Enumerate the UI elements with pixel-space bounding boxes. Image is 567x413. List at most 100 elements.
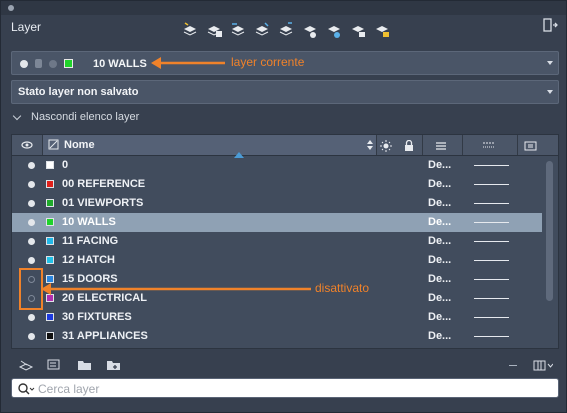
panel-grip-bar[interactable] [1,1,566,15]
set-current-icon [255,22,269,36]
layer-state-dropdown[interactable]: Stato layer non salvato [11,80,559,104]
bulb-on-icon[interactable] [28,314,35,321]
layer-list-scrollbar[interactable] [546,161,553,301]
column-lineweight[interactable] [482,139,495,151]
column-linetype[interactable] [435,139,447,151]
panel-title: Layer [11,20,42,34]
layer-linetype[interactable]: De... [428,330,451,342]
layer-linetype[interactable]: De... [428,178,451,190]
layer-name: 11 FACING [62,235,119,247]
bulb-on-icon[interactable] [28,181,35,188]
set-current-button[interactable] [253,21,271,39]
layer-row[interactable]: 11 FACING De... [12,232,542,251]
bulb-on-icon[interactable] [28,333,35,340]
bulb-on-icon[interactable] [28,219,35,226]
open-folder-button[interactable] [77,358,93,372]
column-settings-icon [524,141,537,151]
layer-lineweight[interactable] [474,184,509,185]
layer-color-swatch[interactable] [46,237,54,245]
bulb-on-icon[interactable] [28,162,35,169]
layer-lineweight[interactable] [474,241,509,242]
dock-panel-button[interactable] [542,17,558,33]
layer-name: 01 VIEWPORTS [62,197,144,209]
delete-layer-button[interactable] [229,21,247,39]
layer-states-icon [279,22,293,36]
chevron-down-icon [547,90,553,94]
layer-color-swatch[interactable] [46,199,54,207]
column-name[interactable]: Nome [43,135,376,158]
layer-lineweight[interactable] [474,222,509,223]
layer-linetype[interactable]: De... [428,311,451,323]
layer-linetype[interactable]: De... [428,235,451,247]
layer-lineweight[interactable] [474,203,509,204]
layer-rows: 0 De... 00 REFERENCE De... 01 VIEWPORTS De...… [12,156,542,346]
layer-linetype[interactable]: De... [428,254,451,266]
layer-list: Nome 0 De... 00 REFERENCE De... 01 VIEWP… [11,134,559,349]
layer-color-swatch[interactable] [46,161,54,169]
layer-lineweight[interactable] [474,336,509,337]
new-layer-icon [183,22,197,36]
column-freeze[interactable] [380,139,392,152]
new-layer-bottom-button[interactable] [18,358,34,372]
new-group-filter-button[interactable] [106,358,122,372]
layer-color-swatch[interactable] [46,332,54,340]
layer-color-swatch[interactable] [46,180,54,188]
layer-row[interactable]: 12 HATCH De... [12,251,542,270]
column-name-label: Nome [64,139,95,151]
sun-icon [380,140,392,152]
column-lock[interactable] [403,139,415,151]
off-layers-highlight [19,268,43,310]
collapse-minus-button[interactable] [509,365,517,366]
bulb-on-icon[interactable] [28,200,35,207]
current-layer-arrow-icon [151,57,225,69]
layer-linetype[interactable]: De... [428,273,451,285]
column-layout-button[interactable] [533,359,554,371]
layer-filter-button[interactable] [46,358,62,372]
isolate-layer-button[interactable] [301,21,319,39]
isolate-layer-icon [304,26,316,38]
layer-linetype[interactable]: De... [428,159,451,171]
layer-color-swatch[interactable] [46,313,54,321]
bulb-on-icon[interactable] [28,238,35,245]
freeze-sun-icon [49,59,57,68]
layer-linetype[interactable]: De... [428,216,451,228]
lock-layer-button[interactable] [373,21,391,39]
layer-row[interactable]: 31 APPLIANCES De... [12,327,542,346]
hide-layer-list-toggle[interactable]: Nascondi elenco layer [12,111,139,123]
layer-color-swatch[interactable] [46,218,54,226]
layer-row[interactable]: 00 REFERENCE De... [12,175,542,194]
layer-lineweight[interactable] [474,317,509,318]
column-separator [517,135,518,155]
layer-name: 30 FIXTURES [62,311,132,323]
eye-icon [21,141,33,149]
layer-row[interactable]: 30 FIXTURES De... [12,308,542,327]
columns-icon [533,360,554,371]
layer-filter-icon [47,359,60,370]
layer-lineweight[interactable] [474,165,509,166]
layer-row[interactable]: 01 VIEWPORTS De... [12,194,542,213]
new-layer-button[interactable] [181,21,199,39]
layer-row[interactable]: 0 De... [12,156,542,175]
column-separator [422,135,423,155]
layer-linetype[interactable]: De... [428,292,451,304]
column-settings[interactable] [524,139,537,151]
layer-states-button[interactable] [277,21,295,39]
layer-lineweight[interactable] [474,260,509,261]
layer-color-swatch[interactable] [46,256,54,264]
new-layer-vp-frozen-button[interactable] [205,21,223,39]
column-on-off[interactable] [12,135,42,155]
layer-name: 00 REFERENCE [62,178,146,190]
on-bulb-icon [20,59,28,68]
panel-dot-icon [8,5,14,11]
layer-linetype[interactable]: De... [428,197,451,209]
unisolate-button[interactable] [325,21,343,39]
linetype-icon [436,142,446,150]
layer-lineweight[interactable] [474,279,509,280]
bulb-on-icon[interactable] [28,257,35,264]
layer-row[interactable]: 10 WALLS De... [12,213,542,232]
search-input[interactable] [38,381,538,396]
layer-lineweight[interactable] [474,298,509,299]
layer-state-label: Stato layer non salvato [18,86,139,98]
freeze-layer-button[interactable] [349,21,367,39]
folder-icon [78,361,91,370]
